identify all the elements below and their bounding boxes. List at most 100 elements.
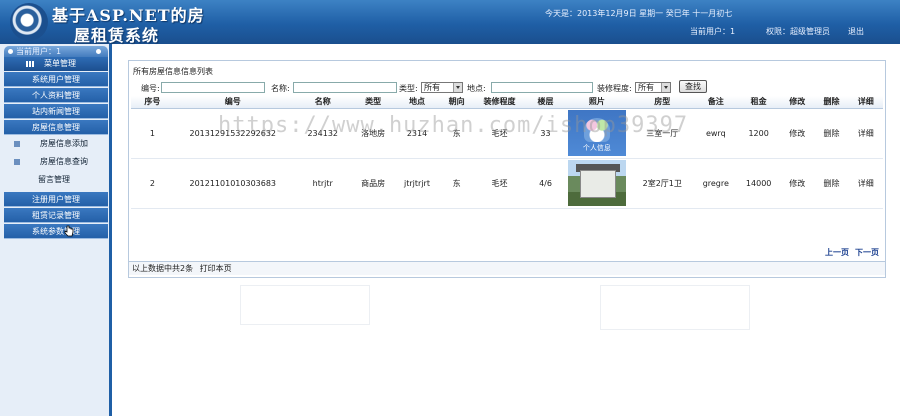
col-header: 装修程度 bbox=[471, 96, 528, 109]
sidebar-subitem-add-house[interactable]: 房屋信息添加 bbox=[4, 136, 108, 152]
logout-link[interactable]: 退出 bbox=[848, 26, 864, 37]
decoration-select[interactable]: 所有 bbox=[635, 82, 671, 93]
background-frame bbox=[600, 285, 750, 330]
menu-grid-icon bbox=[26, 61, 34, 67]
table-row: 2 20121101010303683 htrjtr 商品房 jtrjtrjrt… bbox=[131, 158, 883, 209]
background-frame bbox=[240, 285, 370, 325]
sidebar-item-messages[interactable]: 留言管理 bbox=[4, 172, 108, 188]
cell-orientation: 东 bbox=[441, 108, 472, 159]
date-display: 今天是：2013年12月9日 星期一 癸巳年 十一月初七 bbox=[545, 9, 733, 18]
col-header: 地点 bbox=[392, 96, 442, 109]
menu-header[interactable]: 菜单管理 bbox=[4, 57, 108, 71]
house-photo[interactable]: 个人信息 bbox=[567, 110, 626, 156]
sidebar-item-houses[interactable]: 房屋信息管理 bbox=[4, 120, 108, 135]
delete-link[interactable]: 删除 bbox=[814, 158, 849, 209]
decoration-select-value: 所有 bbox=[638, 83, 654, 92]
cell-rent: 1200 bbox=[737, 108, 781, 159]
page-header: 基于ASP.NET的房 屋租赁系统 今天是：2013年12月9日 星期一 癸巳年… bbox=[0, 0, 900, 45]
number-label: 编号: bbox=[141, 84, 160, 93]
user-group-icon bbox=[583, 118, 610, 142]
sidebar-subitem-label: 房屋信息查询 bbox=[40, 157, 88, 166]
print-link[interactable]: 打印本页 bbox=[200, 264, 232, 273]
page-title: 所有房屋信息信息列表 bbox=[133, 67, 213, 76]
next-page-link[interactable]: 下一页 bbox=[855, 247, 879, 258]
cell-layout: 三室一厅 bbox=[630, 108, 695, 159]
type-select-value: 所有 bbox=[424, 83, 440, 92]
sidebar-subitem-label: 房屋信息添加 bbox=[40, 139, 88, 148]
list-icon bbox=[14, 159, 20, 165]
hand-cursor-icon bbox=[64, 225, 74, 237]
edit-link[interactable]: 修改 bbox=[780, 108, 815, 159]
name-input[interactable] bbox=[293, 82, 397, 93]
col-header: 详细 bbox=[848, 96, 883, 109]
cell-location: 2314 bbox=[392, 108, 442, 159]
search-bar: 编号: 名称: 类型: 所有 地点: 装修程度: 所有 查找 bbox=[131, 80, 883, 94]
cell-remark: gregre bbox=[694, 158, 738, 209]
cell-number: 20121101010303683 bbox=[173, 158, 292, 209]
cell-index: 1 bbox=[131, 108, 174, 159]
house-photo[interactable] bbox=[567, 160, 626, 206]
record-count: 以上数据中共2条 bbox=[132, 264, 194, 273]
detail-link[interactable]: 详细 bbox=[848, 108, 883, 159]
cell-layout: 2室2厅1卫 bbox=[630, 158, 695, 209]
col-header: 编号 bbox=[173, 96, 292, 109]
bullet-icon bbox=[8, 49, 13, 54]
search-button[interactable]: 查找 bbox=[679, 80, 707, 93]
current-user-label: 当前用户：1 bbox=[690, 27, 736, 36]
decoration-label: 装修程度: bbox=[597, 84, 632, 93]
sidebar-item-profile[interactable]: 个人资料管理 bbox=[4, 88, 108, 103]
edit-link[interactable]: 修改 bbox=[780, 158, 815, 209]
list-icon bbox=[14, 141, 20, 147]
cell-photo: 个人信息 bbox=[563, 108, 631, 159]
type-select[interactable]: 所有 bbox=[421, 82, 463, 93]
sidebar-subitem-query-house[interactable]: 房屋信息查询 bbox=[4, 154, 108, 170]
col-header: 修改 bbox=[780, 96, 815, 109]
sidebar-item-system-params[interactable]: 系统参数管理 bbox=[4, 224, 108, 239]
cell-type: 商品房 bbox=[353, 158, 393, 209]
location-label: 地点: bbox=[467, 84, 486, 93]
col-header: 名称 bbox=[291, 96, 354, 109]
main-panel: 所有房屋信息信息列表 编号: 名称: 类型: 所有 地点: 装修程度: 所有 查… bbox=[128, 60, 886, 278]
logo-icon bbox=[10, 3, 48, 41]
col-header: 删除 bbox=[814, 96, 849, 109]
col-header: 房型 bbox=[630, 96, 695, 109]
photo-caption: 个人信息 bbox=[582, 144, 611, 152]
sidebar-item-rental-records[interactable]: 租赁记录管理 bbox=[4, 208, 108, 223]
col-header: 类型 bbox=[353, 96, 393, 109]
cell-decoration: 毛坯 bbox=[471, 108, 528, 159]
location-input[interactable] bbox=[491, 82, 593, 93]
col-header: 楼层 bbox=[527, 96, 564, 109]
cell-index: 2 bbox=[131, 158, 174, 209]
col-header: 序号 bbox=[131, 96, 174, 109]
house-table: 序号 编号 名称 类型 地点 朝向 装修程度 楼层 照片 房型 备注 租金 修改… bbox=[131, 96, 883, 209]
sidebar-item-system-users[interactable]: 系统用户管理 bbox=[4, 72, 108, 87]
cell-orientation: 东 bbox=[441, 158, 472, 209]
sidebar-user-label: 当前用户：1 bbox=[16, 47, 62, 56]
sidebar: 当前用户：1 菜单管理 系统用户管理 个人资料管理 站内新闻管理 房屋信息管理 … bbox=[0, 44, 112, 416]
detail-link[interactable]: 详细 bbox=[848, 158, 883, 209]
sidebar-item-news[interactable]: 站内新闻管理 bbox=[4, 104, 108, 119]
table-footer: 以上数据中共2条 打印本页 bbox=[129, 261, 885, 275]
table-row: 1 20131291532292632 234132 洛地房 2314 东 毛坯… bbox=[131, 108, 883, 159]
type-label: 类型: bbox=[399, 84, 418, 93]
house-icon bbox=[579, 170, 616, 198]
number-input[interactable] bbox=[161, 82, 265, 93]
cell-location: jtrjtrjrt bbox=[392, 158, 442, 209]
col-header: 租金 bbox=[737, 96, 781, 109]
col-header: 朝向 bbox=[441, 96, 472, 109]
cell-name: htrjtr bbox=[291, 158, 354, 209]
cell-photo bbox=[563, 158, 631, 209]
site-title-line2: 屋租赁系统 bbox=[74, 26, 160, 45]
col-header: 照片 bbox=[563, 96, 631, 109]
cell-type: 洛地房 bbox=[353, 108, 393, 159]
cell-rent: 14000 bbox=[737, 158, 781, 209]
name-label: 名称: bbox=[271, 84, 290, 93]
delete-link[interactable]: 删除 bbox=[814, 108, 849, 159]
cell-name: 234132 bbox=[291, 108, 354, 159]
prev-page-link[interactable]: 上一页 bbox=[825, 247, 849, 258]
sidebar-item-registered-users[interactable]: 注册用户管理 bbox=[4, 192, 108, 207]
col-header: 备注 bbox=[694, 96, 738, 109]
cell-floor: 33 bbox=[527, 108, 564, 159]
cell-remark: ewrq bbox=[694, 108, 738, 159]
menu-header-label: 菜单管理 bbox=[44, 59, 76, 68]
